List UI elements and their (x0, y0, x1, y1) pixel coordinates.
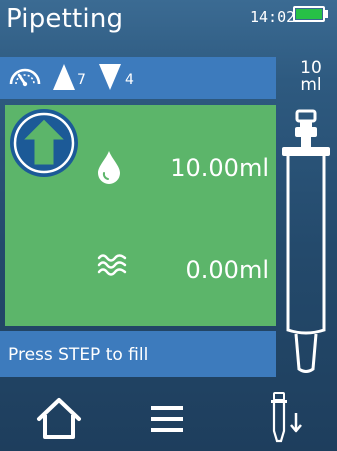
pipetting-screen: Pipetting 14:02 7 4 10 ml 10.00ml 0.00ml… (0, 0, 337, 451)
menu-icon (151, 406, 183, 432)
clock: 14:02 (250, 8, 296, 26)
pipette-dispense-icon (271, 392, 302, 443)
syringe-volume-label: 10 ml (288, 60, 334, 94)
pipette-dispense-button[interactable] (260, 391, 312, 447)
syringe-volume-unit: ml (300, 75, 322, 95)
speed-bar[interactable]: 7 4 (0, 57, 276, 99)
waves-icon (97, 254, 127, 276)
gauge-icon (9, 68, 41, 87)
volume-panel: 10.00ml 0.00ml (5, 105, 276, 326)
dispense-speed-arrow-icon (99, 64, 121, 90)
home-icon (37, 398, 81, 439)
fill-direction-up-icon (10, 109, 78, 177)
current-volume: 0.00ml (185, 256, 269, 284)
target-volume: 10.00ml (170, 154, 269, 182)
aspirate-speed-arrow-icon (53, 64, 75, 90)
prompt-bar: Press STEP to fill (0, 331, 276, 377)
prompt-text: Press STEP to fill (8, 345, 149, 365)
aspirate-speed-value: 7 (77, 72, 86, 88)
syringe-icon (282, 109, 330, 373)
battery-tip (325, 10, 328, 18)
dispense-speed-value: 4 (125, 72, 134, 88)
battery-level (296, 9, 322, 19)
home-button[interactable] (33, 393, 85, 445)
battery-icon (293, 6, 325, 22)
menu-button[interactable] (141, 393, 193, 445)
page-title: Pipetting (6, 4, 124, 34)
drop-icon (98, 151, 120, 184)
status-bar: Pipetting 14:02 (0, 0, 337, 40)
bottom-toolbar (0, 385, 337, 451)
